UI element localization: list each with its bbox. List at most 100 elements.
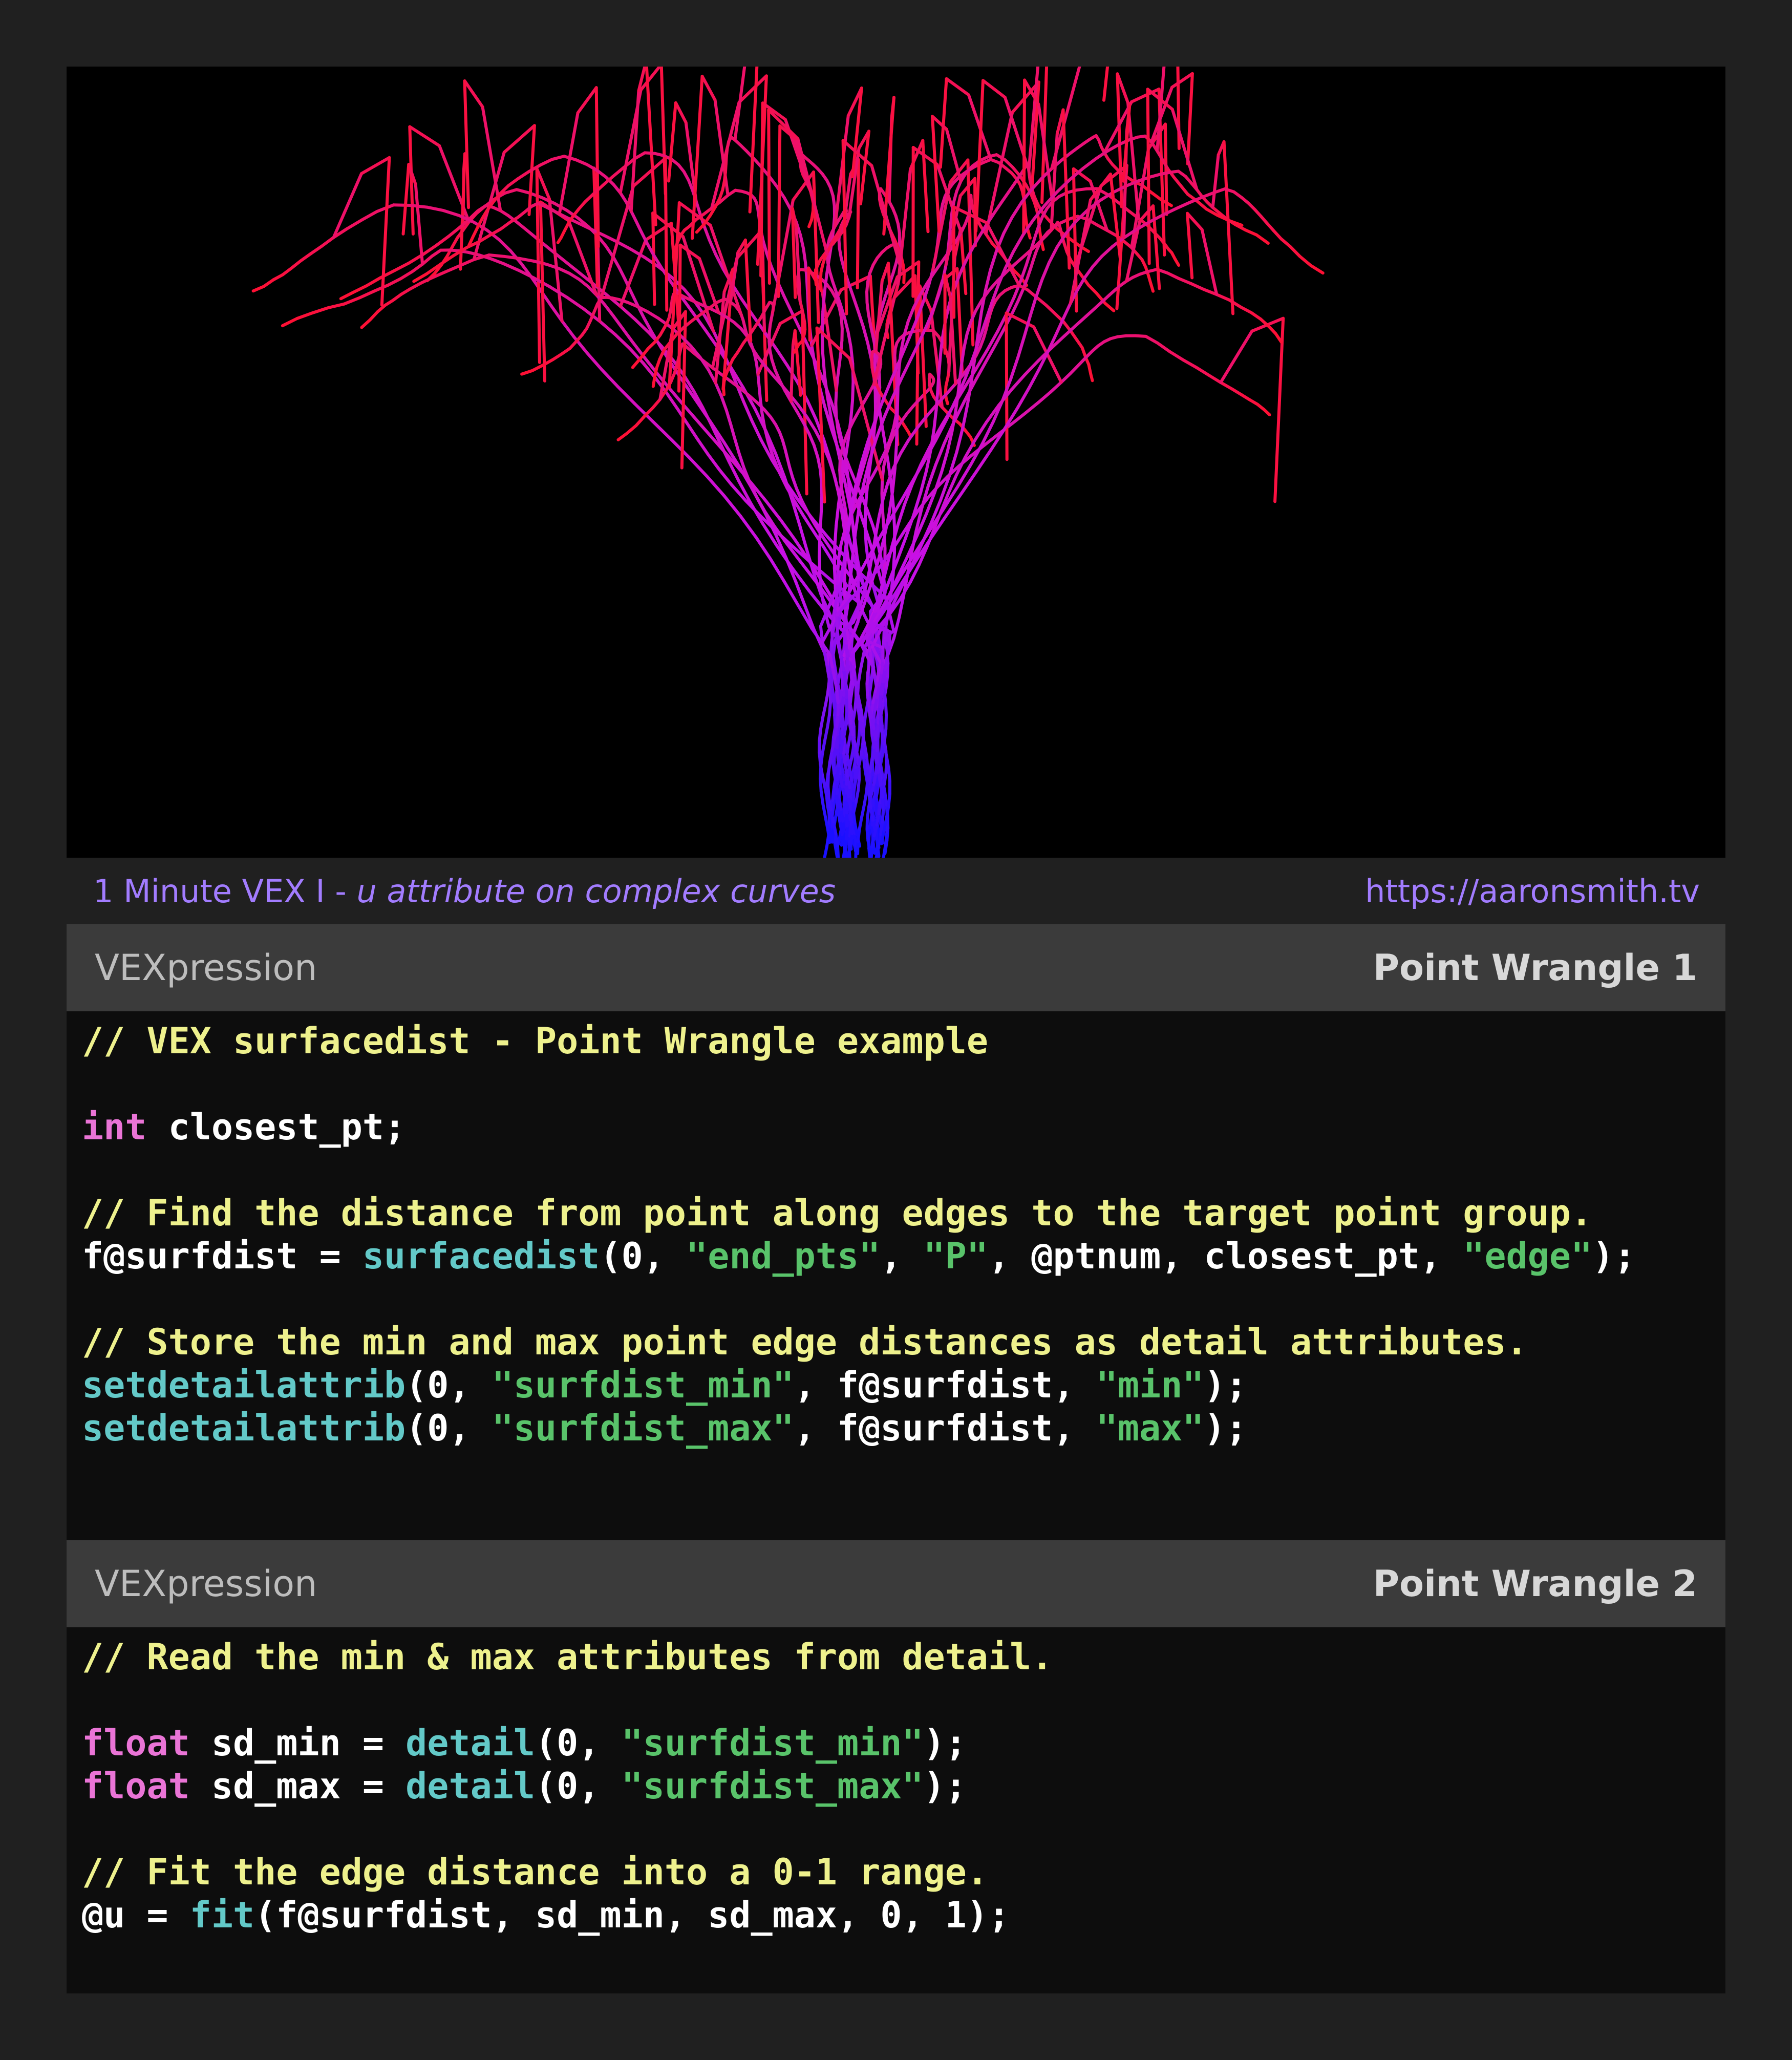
curve-segment: [1089, 372, 1094, 383]
node-name: Point Wrangle 2: [1373, 1563, 1697, 1605]
curve-segment: [1037, 390, 1052, 404]
curve-segment: [539, 200, 546, 383]
curve-segment: [830, 685, 835, 703]
curve-segment: [826, 828, 831, 844]
curve-segment: [887, 630, 892, 646]
curve-segment: [380, 156, 391, 307]
code-editor[interactable]: // VEX surfacedist - Point Wrangle examp…: [67, 1011, 1725, 1592]
curve-segment: [399, 270, 414, 281]
curve-segment: [586, 351, 604, 372]
curve-segment: [1279, 237, 1292, 248]
code-token: "surfdist_max": [621, 1765, 924, 1807]
curve-segment: [842, 723, 847, 740]
curve-segment: [272, 273, 284, 282]
curve-segment: [1186, 211, 1194, 280]
curve-segment: [874, 738, 879, 753]
curve-segment: [1168, 350, 1185, 362]
code-editor[interactable]: // Read the min & max attributes from de…: [67, 1627, 1725, 1993]
curve-segment: [816, 455, 822, 471]
vex-panel-2: VEXpression Point Wrangle 2 // Read the …: [67, 1540, 1725, 1993]
curve-segment: [857, 576, 860, 602]
curve-segment: [393, 261, 411, 272]
caption-url[interactable]: https://aaronsmith.tv: [1365, 873, 1700, 910]
curve-segment: [836, 746, 840, 762]
curve-segment: [1194, 366, 1210, 377]
curve-segment: [752, 156, 763, 168]
curve-segment: [836, 556, 841, 572]
curve-segment: [865, 301, 870, 315]
curve-segment: [625, 424, 638, 435]
curve-segment: [821, 351, 826, 376]
curve-segment: [863, 791, 868, 806]
curve-segment: [502, 124, 536, 154]
curve-segment: [936, 371, 941, 393]
curve-segment: [1009, 355, 1020, 380]
curve-segment: [842, 498, 847, 512]
curve-segment: [900, 358, 912, 380]
curve-segment: [1003, 158, 1015, 169]
curve-segment: [989, 249, 998, 272]
curve-segment: [844, 508, 849, 522]
code-token: setdetailattrib: [82, 1364, 406, 1406]
curve-segment: [1166, 271, 1181, 280]
curve-segment: [949, 211, 954, 227]
curve-segment: [503, 188, 518, 195]
curve-segment: [884, 831, 889, 848]
curve-segment: [1175, 200, 1192, 210]
curve-segment: [1069, 363, 1081, 375]
curve-segment: [309, 245, 324, 256]
curve-segment: [621, 327, 634, 344]
curve-segment: [1076, 276, 1086, 292]
curve-segment: [866, 839, 872, 853]
curve-segment: [830, 630, 834, 647]
curve-segment: [836, 764, 840, 781]
curve-segment: [695, 223, 706, 234]
curve-segment: [518, 257, 535, 263]
curve-segment: [856, 158, 860, 290]
curve-segment: [1002, 216, 1014, 235]
curve-segment: [358, 289, 376, 300]
code-token: surfacedist: [362, 1235, 600, 1277]
curve-segment: [651, 376, 656, 388]
curve-segment: [733, 437, 741, 455]
curve-segment: [409, 282, 422, 291]
node-name: Point Wrangle 1: [1373, 947, 1697, 989]
curve-segment: [892, 615, 901, 640]
curve-segment: [1033, 225, 1040, 240]
curve-segment: [560, 257, 577, 271]
curve-segment: [524, 227, 538, 240]
code-token: );: [1204, 1407, 1247, 1449]
curve-segment: [824, 692, 829, 707]
curve-segment: [694, 199, 701, 215]
curve-segment: [576, 86, 598, 115]
curve-segment: [934, 417, 949, 442]
curve-segment: [833, 524, 838, 549]
curve-segment: [463, 79, 470, 209]
code-token: );: [923, 1765, 967, 1807]
curve-segment: [401, 163, 411, 236]
curve-segment: [853, 696, 858, 712]
curve-segment: [819, 790, 825, 806]
curve-segment: [864, 493, 868, 514]
code-token: (0,: [535, 1765, 622, 1807]
code-token: );: [1592, 1235, 1636, 1277]
curve-segment: [360, 156, 391, 175]
code-token: (0,: [535, 1722, 622, 1764]
curve-segment: [823, 845, 828, 858]
curve-segment: [295, 311, 314, 320]
panel-label: VEXpression: [95, 947, 317, 989]
curve-segment: [618, 191, 628, 203]
curve-segment: [360, 318, 372, 329]
curve-segment: [707, 453, 721, 472]
curve-segment: [1074, 314, 1087, 327]
curve-segment: [345, 218, 364, 230]
curve-segment: [756, 372, 761, 388]
curve-segment: [836, 363, 841, 379]
curve-segment: [836, 733, 839, 749]
curve-segment: [820, 310, 825, 333]
curve-segment: [600, 368, 620, 389]
curve-segment: [821, 291, 826, 313]
curve-segment: [833, 473, 840, 493]
curve-segment: [1219, 380, 1233, 391]
